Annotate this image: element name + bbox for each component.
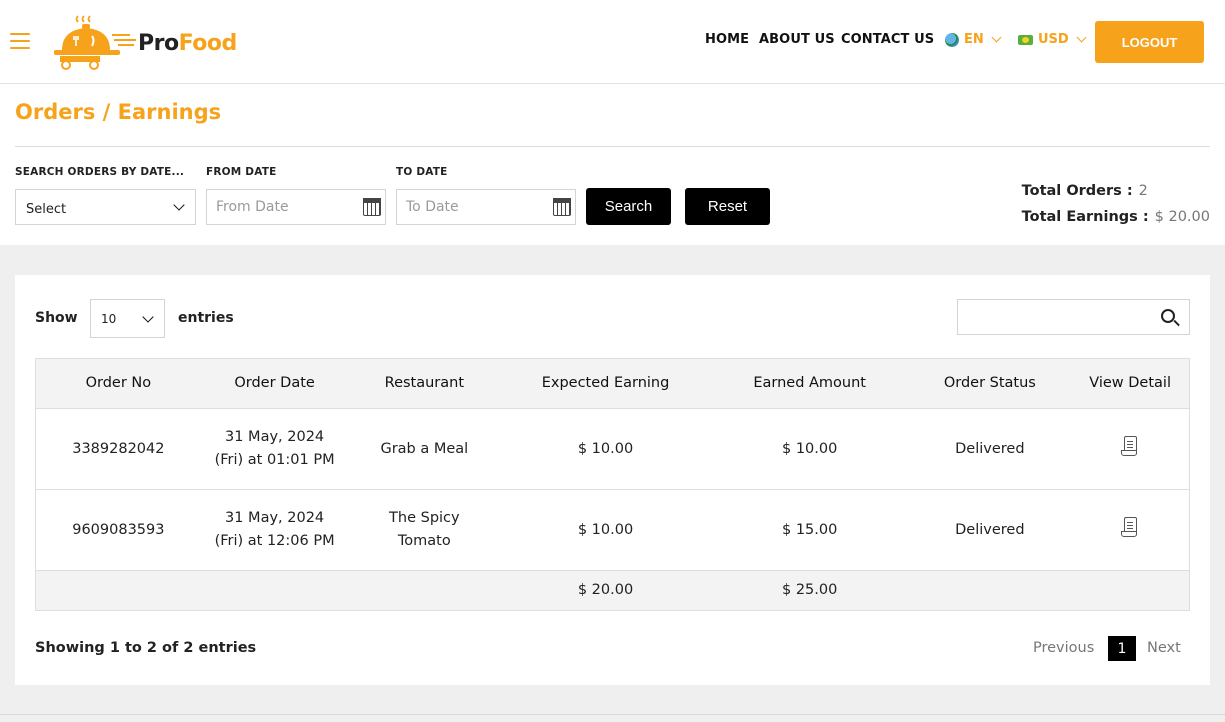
to-date-label: TO DATE [396, 166, 448, 178]
date-range-select-value: Select [26, 202, 67, 217]
order-status-cell: Delivered [955, 521, 1025, 538]
col-order-date[interactable]: Order Date [201, 359, 349, 408]
order-date-line: 31 May, 2024 [225, 429, 325, 445]
footer-empty [36, 571, 201, 610]
calendar-icon[interactable] [362, 197, 381, 216]
restaurant-cell: The Spicy Tomato [348, 490, 500, 570]
delivery-cart-icon [54, 15, 136, 70]
totals-summary: Total Orders : 2 Total Earnings : $ 20.00 [1022, 178, 1210, 230]
chevron-down-icon [142, 311, 154, 323]
table-row: 9609083593 31 May, 2024 (Fri) at 12:06 PM… [36, 490, 1189, 571]
order-date-cell: 31 May, 2024 (Fri) at 01:01 PM [201, 409, 349, 489]
order-no-cell: 3389282042 [72, 440, 165, 457]
table-row: 3389282042 31 May, 2024 (Fri) at 01:01 PM… [36, 409, 1189, 490]
nav-contact-us[interactable]: CONTACT US [841, 32, 934, 47]
expected-total-cell: $ 20.00 [577, 582, 634, 598]
brand-pro: Pro [138, 31, 179, 56]
col-view-detail[interactable]: View Detail [1071, 359, 1189, 408]
order-no-cell: 9609083593 [72, 521, 165, 538]
order-date-cell: 31 May, 2024 (Fri) at 12:06 PM [201, 490, 349, 570]
col-restaurant[interactable]: Restaurant [348, 359, 500, 408]
language-label: EN [964, 32, 984, 47]
calendar-icon[interactable] [552, 197, 571, 216]
from-date-input[interactable]: From Date [206, 189, 386, 225]
divider [0, 714, 1225, 715]
col-order-status[interactable]: Order Status [909, 359, 1072, 408]
restaurant-cell: Grab a Meal [380, 440, 469, 457]
total-earnings-label: Total Earnings : [1021, 209, 1149, 225]
order-status-cell: Delivered [955, 440, 1025, 457]
earned-amount-cell: $ 10.00 [781, 440, 838, 457]
reset-button[interactable]: Reset [685, 188, 770, 225]
col-expected-earning[interactable]: Expected Earning [500, 359, 711, 408]
globe-icon [945, 32, 959, 47]
col-order-no[interactable]: Order No [36, 359, 201, 408]
earned-amount-cell: $ 15.00 [781, 521, 838, 538]
top-header: ProFood HOME ABOUT US CONTACT US EN USD … [0, 0, 1225, 84]
view-detail-cell [1071, 490, 1189, 570]
entries-label: entries [178, 310, 234, 326]
chevron-down-icon [173, 199, 185, 211]
receipt-icon[interactable] [1121, 516, 1139, 538]
receipt-icon[interactable] [1121, 435, 1139, 457]
footer-empty [348, 571, 500, 610]
view-detail-cell [1071, 409, 1189, 489]
table-header-row: Order No Order Date Restaurant Expected … [36, 359, 1189, 409]
pagination-previous[interactable]: Previous [1033, 640, 1094, 656]
to-date-placeholder: To Date [406, 199, 459, 215]
currency-selector[interactable]: USD [1018, 32, 1087, 47]
profood-logo[interactable]: ProFood [48, 12, 248, 72]
showing-entries-info: Showing 1 to 2 of 2 entries [35, 640, 257, 656]
expected-earning-cell: $ 10.00 [577, 521, 634, 538]
entries-per-page-value: 10 [101, 312, 117, 326]
table-footer-row: $ 20.00 $ 25.00 [36, 571, 1189, 610]
language-selector[interactable]: EN [945, 32, 1002, 47]
chevron-down-icon [991, 32, 1002, 43]
to-date-input[interactable]: To Date [396, 189, 576, 225]
total-earnings-value: $ 20.00 [1154, 209, 1210, 225]
search-button[interactable]: Search [586, 188, 671, 225]
col-earned-amount[interactable]: Earned Amount [711, 359, 909, 408]
from-date-label: FROM DATE [206, 166, 277, 178]
divider [15, 146, 1210, 147]
order-time-line: (Fri) at 12:06 PM [214, 533, 335, 549]
table-search-input[interactable] [957, 299, 1190, 335]
expected-earning-cell: $ 10.00 [577, 440, 634, 457]
from-date-placeholder: From Date [216, 199, 289, 215]
brand-food: Food [178, 31, 238, 56]
brand-name: ProFood [138, 31, 237, 56]
pagination-page-1[interactable]: 1 [1108, 636, 1136, 661]
footer-empty [1071, 571, 1189, 610]
logout-button[interactable]: LOGOUT [1095, 21, 1204, 63]
date-range-select[interactable]: Select [15, 189, 196, 225]
search-icon[interactable] [1161, 309, 1175, 323]
pagination-next[interactable]: Next [1147, 640, 1181, 656]
order-time-line: (Fri) at 01:01 PM [214, 452, 335, 468]
show-label: Show [35, 310, 78, 326]
restaurant-name: The Spicy Tomato [389, 510, 460, 549]
chevron-down-icon [1076, 32, 1087, 43]
nav-home[interactable]: HOME [705, 32, 749, 47]
currency-flag-icon [1018, 34, 1033, 45]
page-title: Orders / Earnings [15, 100, 222, 124]
nav-about-us[interactable]: ABOUT US [759, 32, 835, 47]
order-date-line: 31 May, 2024 [225, 510, 325, 526]
currency-label: USD [1038, 32, 1069, 47]
footer-empty [201, 571, 349, 610]
menu-icon[interactable] [10, 33, 30, 49]
footer-empty [909, 571, 1072, 610]
total-orders-label: Total Orders : [1021, 183, 1133, 199]
orders-table: Order No Order Date Restaurant Expected … [35, 358, 1190, 611]
total-orders-value: 2 [1138, 183, 1148, 199]
entries-per-page-select[interactable]: 10 [90, 299, 165, 338]
search-by-date-label: SEARCH ORDERS BY DATE... [15, 166, 185, 178]
earned-total-cell: $ 25.00 [781, 582, 838, 598]
